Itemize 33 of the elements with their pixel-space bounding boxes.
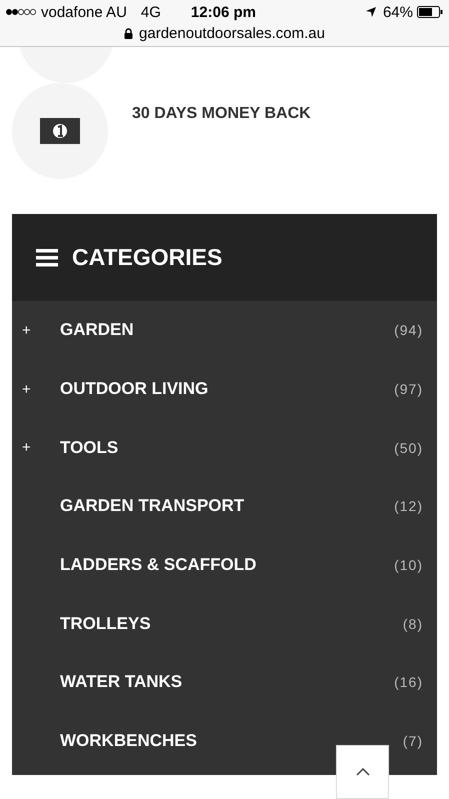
expand-icon[interactable]: + — [22, 380, 31, 398]
battery-percent: 64% — [382, 4, 413, 20]
location-arrow-icon — [366, 7, 376, 17]
item-count: (8) — [402, 616, 424, 632]
expand-icon[interactable]: + — [22, 439, 31, 456]
carrier-name: vodafone AU — [41, 4, 127, 20]
item-count: (50) — [394, 440, 424, 456]
battery-icon — [417, 6, 443, 18]
category-item[interactable]: + OUTDOOR LIVING (97) — [12, 360, 437, 418]
category-item[interactable]: WATER TANKS (16) — [12, 653, 437, 712]
clock-time: 12:06 pm — [190, 4, 256, 20]
item-count: (16) — [394, 674, 424, 690]
category-item[interactable]: + GARDEN (94) — [12, 301, 437, 360]
category-item[interactable]: LADDERS & SCAFFOLD (10) — [12, 536, 437, 594]
category-item[interactable]: + TOOLS (50) — [12, 418, 437, 478]
network-type: 4G — [140, 4, 161, 20]
category-item[interactable]: WORKBENCHES (7) — [12, 712, 437, 770]
item-count: (10) — [394, 557, 424, 574]
menu-icon[interactable] — [36, 248, 58, 266]
banknote-icon — [40, 118, 80, 144]
feature-label: 30 DAYS MONEY BACK — [132, 105, 311, 123]
item-count: (12) — [394, 498, 424, 514]
item-count: (97) — [394, 381, 424, 398]
expand-icon[interactable]: + — [22, 322, 31, 339]
item-count: (94) — [394, 322, 424, 338]
category-item[interactable]: TROLLEYS (8) — [12, 594, 437, 654]
page-url[interactable]: gardenoutdoorsales.com.au — [139, 24, 325, 42]
category-item[interactable]: GARDEN TRANSPORT (12) — [12, 477, 437, 536]
signal-strength-icon — [6, 8, 36, 16]
item-count: (7) — [402, 733, 424, 750]
categories-title: CATEGORIES — [72, 244, 222, 271]
lock-icon — [124, 28, 134, 38]
chevron-up-icon — [356, 768, 370, 776]
